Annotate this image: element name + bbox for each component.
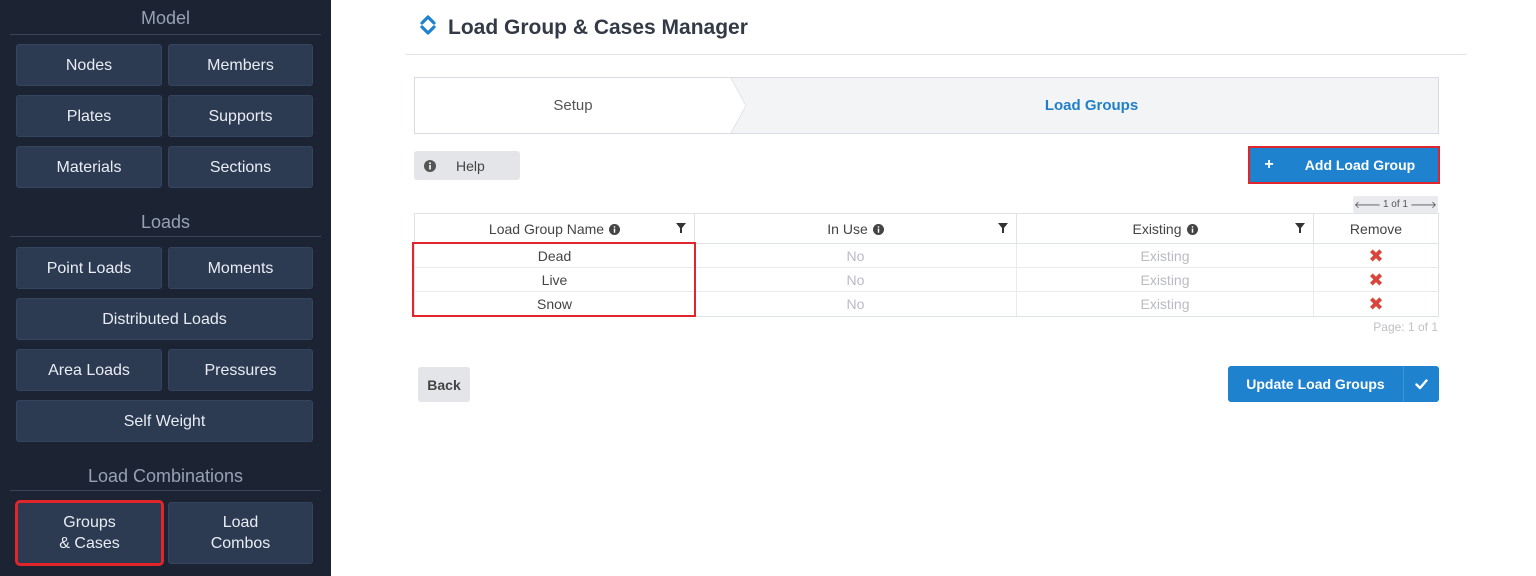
section-title-loads: Loads [140,212,191,232]
column-label: Load Group Name [488,221,605,237]
remove-cell: ✖ [1314,268,1438,292]
page-title-text: Load Group & Cases Manager [448,16,748,39]
self-weight-button[interactable]: Self Weight [16,400,313,442]
load-group-name-cell[interactable]: Snow [415,292,695,316]
remove-cell: ✖ [1314,292,1438,316]
column-label: Remove [1349,221,1403,237]
pressures-button[interactable]: Pressures [168,349,313,391]
help-label: Help [456,157,485,174]
add-load-group-button[interactable]: + Add Load Group [1248,146,1440,184]
load-combos-label-line1: Load [222,514,259,531]
groups-cases-label-line2: & Cases [59,535,120,552]
existing-cell: Existing [1017,268,1314,292]
table-row: Live No Existing ✖ [415,268,1438,292]
supports-button[interactable]: Supports [168,95,313,137]
materials-button[interactable]: Materials [16,146,162,188]
pager: 🡐 1 of 1 🡒 [1353,196,1438,213]
add-load-group-label: Add Load Group [1304,157,1416,173]
in-use-cell: No [695,244,1017,268]
column-label: Existing [1132,221,1182,237]
update-load-groups-button[interactable]: Update Load Groups [1228,366,1439,402]
column-header-remove: Remove [1314,214,1438,244]
plus-icon: + [1264,156,1274,173]
in-use-cell: No [695,268,1017,292]
in-use-cell: No [695,292,1017,316]
section-title-model: Model [140,8,191,28]
info-icon [1186,223,1198,235]
filter-icon[interactable] [998,220,1008,236]
header-divider [405,54,1467,55]
table-row: Dead No Existing ✖ [415,244,1438,268]
load-group-name-cell[interactable]: Live [415,268,695,292]
sections-button[interactable]: Sections [168,146,313,188]
column-label: In Use [827,221,868,237]
close-icon[interactable]: ✖ [1368,246,1383,267]
close-icon[interactable]: ✖ [1368,270,1383,291]
column-header-in-use[interactable]: In Use [695,214,1017,244]
load-combos-button[interactable]: Load Combos [168,502,313,564]
section-divider [10,490,321,491]
update-load-groups-label: Update Load Groups [1246,376,1385,392]
pager-label: 1 of 1 [1382,199,1408,210]
column-header-existing[interactable]: Existing [1017,214,1314,244]
section-title-load-combinations: Load Combinations [87,466,244,486]
groups-cases-label-line1: Groups [63,514,116,531]
back-button[interactable]: Back [418,367,470,402]
sidebar: Model Nodes Members Plates Supports Mate… [0,0,331,576]
distributed-loads-button[interactable]: Distributed Loads [16,298,313,340]
section-divider [10,236,321,237]
page-info: Page: 1 of 1 [1373,320,1438,334]
arrow-left-icon[interactable]: 🡐 [1354,199,1381,211]
groups-cases-button[interactable]: Groups & Cases [15,500,164,566]
step-setup[interactable]: Setup [415,78,731,133]
section-divider [10,34,321,35]
table-header: Load Group Name In Use Existing Remove [415,214,1438,244]
help-button[interactable]: Help [414,151,520,180]
filter-icon[interactable] [676,220,686,236]
existing-cell: Existing [1017,244,1314,268]
page-title: Load Group & Cases Manager [418,14,748,42]
filter-icon[interactable] [1295,220,1305,236]
point-loads-button[interactable]: Point Loads [16,247,162,289]
column-header-name[interactable]: Load Group Name [415,214,695,244]
remove-cell: ✖ [1314,244,1438,268]
table-row: Snow No Existing ✖ [415,292,1438,316]
check-icon [1403,366,1439,402]
load-combos-label-line2: Combos [210,535,271,552]
info-icon [414,159,446,172]
wizard-steps: Setup Load Groups [414,77,1439,134]
close-icon[interactable]: ✖ [1368,294,1383,315]
info-icon [609,223,621,235]
members-button[interactable]: Members [168,44,313,86]
step-arrow-icon [724,78,746,133]
load-groups-table: Load Group Name In Use Existing Remove D… [414,213,1439,317]
load-group-name-cell[interactable]: Dead [415,244,695,268]
area-loads-button[interactable]: Area Loads [16,349,162,391]
arrow-right-icon[interactable]: 🡒 [1410,199,1437,211]
refresh-icon [418,14,448,42]
step-load-groups[interactable]: Load Groups [745,78,1438,133]
moments-button[interactable]: Moments [168,247,313,289]
info-icon [872,223,884,235]
plates-button[interactable]: Plates [16,95,162,137]
nodes-button[interactable]: Nodes [16,44,162,86]
existing-cell: Existing [1017,292,1314,316]
